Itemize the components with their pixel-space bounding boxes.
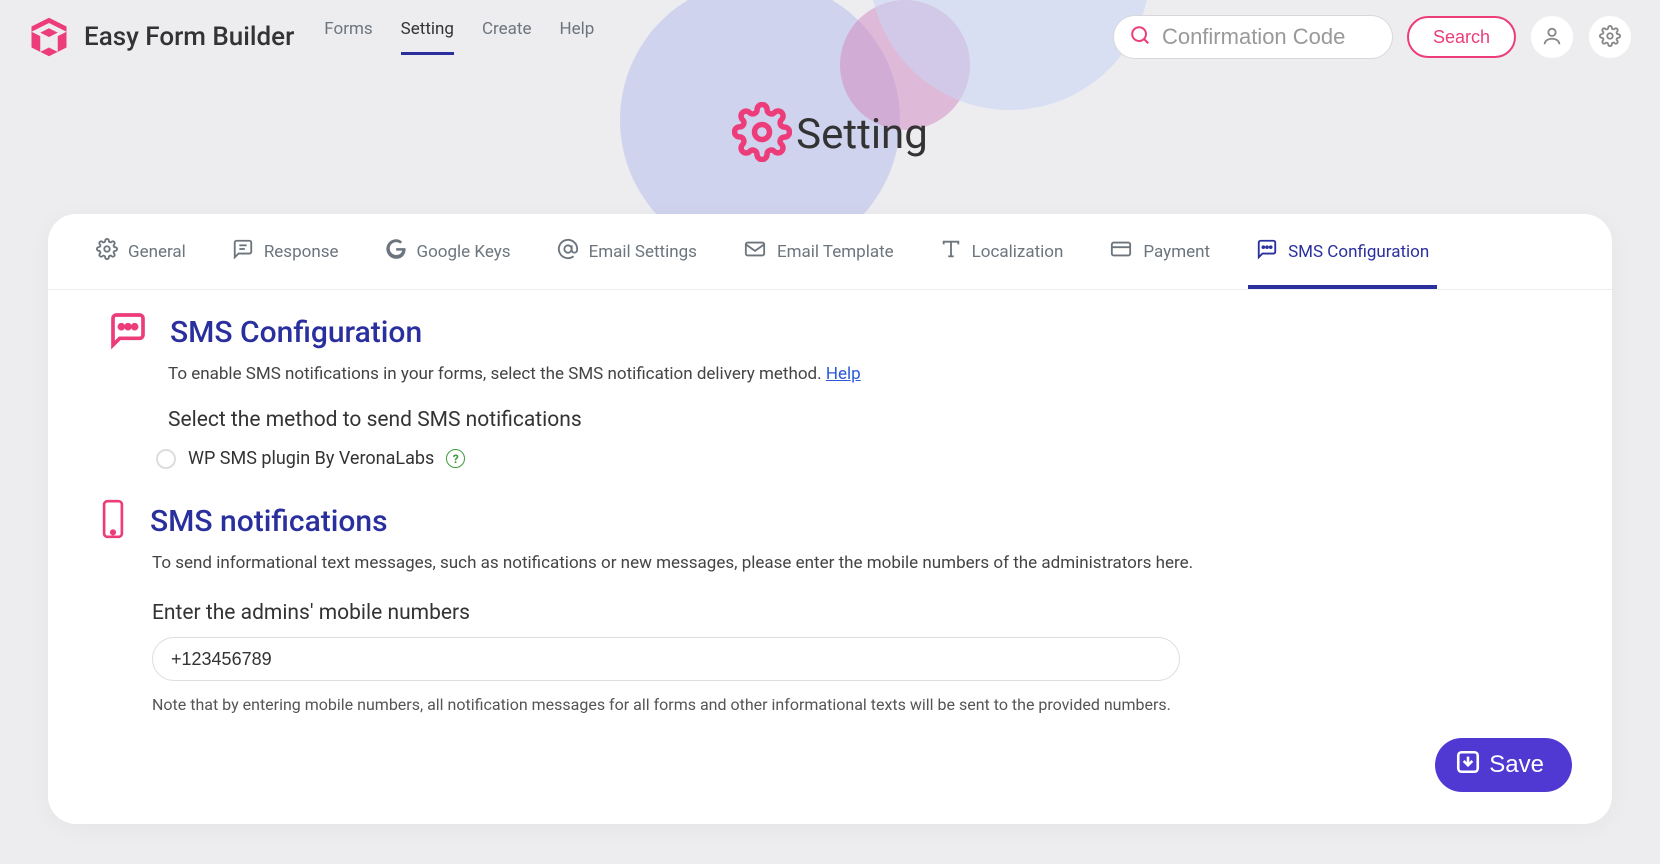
gear-icon <box>1599 25 1621 50</box>
nav-forms[interactable]: Forms <box>324 19 372 55</box>
tab-localization[interactable]: Localization <box>932 214 1072 289</box>
phone-input-label: Enter the admins' mobile numbers <box>152 601 1552 625</box>
logo-icon <box>28 16 70 58</box>
tab-email-template[interactable]: Email Template <box>735 214 902 289</box>
text-icon <box>940 238 962 265</box>
tab-label: Response <box>264 242 339 262</box>
page-title-section: Setting <box>0 102 1660 166</box>
nav-help[interactable]: Help <box>560 19 595 55</box>
save-button[interactable]: Save <box>1435 738 1572 792</box>
tab-sms-configuration[interactable]: SMS Configuration <box>1248 214 1437 289</box>
nav-setting[interactable]: Setting <box>401 19 454 55</box>
save-label: Save <box>1489 751 1544 779</box>
radio-wp-sms[interactable] <box>156 449 176 469</box>
radio-row: WP SMS plugin By VeronaLabs ? <box>156 448 1552 469</box>
phone-icon <box>98 499 128 543</box>
tab-response[interactable]: Response <box>224 214 347 289</box>
card-icon <box>1109 238 1133 265</box>
settings-button[interactable] <box>1588 15 1632 59</box>
tab-label: Payment <box>1143 242 1210 262</box>
tab-label: Google Keys <box>417 242 511 262</box>
chat-icon <box>1256 238 1278 265</box>
sms-notifications-header: SMS notifications <box>98 499 1552 543</box>
gear-icon <box>732 102 792 166</box>
tab-label: Localization <box>972 242 1064 262</box>
sms-notifications-description: To send informational text messages, suc… <box>152 553 1552 573</box>
page-title: Setting <box>796 110 928 159</box>
at-icon <box>557 238 579 265</box>
phone-input-note: Note that by entering mobile numbers, al… <box>152 695 1552 714</box>
tab-general[interactable]: General <box>88 214 194 289</box>
search-button[interactable]: Search <box>1407 16 1516 58</box>
gear-icon <box>96 238 118 265</box>
chat-icon <box>108 310 148 354</box>
main-nav: Forms Setting Create Help <box>324 19 594 55</box>
tab-content: SMS Configuration To enable SMS notifica… <box>48 290 1612 714</box>
settings-card: General Response Google Keys Email Setti… <box>48 214 1612 824</box>
google-icon <box>385 238 407 265</box>
sms-notifications-title: SMS notifications <box>150 504 388 539</box>
logo[interactable]: Easy Form Builder <box>28 16 294 58</box>
tab-google-keys[interactable]: Google Keys <box>377 214 519 289</box>
app-name: Easy Form Builder <box>84 22 294 52</box>
app-header: Easy Form Builder Forms Setting Create H… <box>0 0 1660 74</box>
sms-config-title: SMS Configuration <box>170 315 422 350</box>
search-input[interactable] <box>1113 15 1393 59</box>
search-wrap <box>1113 15 1393 59</box>
help-link[interactable]: Help <box>826 364 861 384</box>
message-icon <box>232 238 254 265</box>
sms-config-header: SMS Configuration <box>108 310 1552 354</box>
save-row: Save <box>48 714 1612 792</box>
method-label: Select the method to send SMS notificati… <box>168 408 1552 432</box>
user-button[interactable] <box>1530 15 1574 59</box>
help-badge-icon[interactable]: ? <box>446 449 465 468</box>
header-right: Search <box>1113 15 1632 59</box>
tab-label: Email Settings <box>589 242 697 262</box>
phone-input[interactable] <box>152 637 1180 681</box>
envelope-icon <box>743 238 767 265</box>
download-icon <box>1455 749 1481 782</box>
sms-config-description: To enable SMS notifications in your form… <box>168 364 1552 384</box>
tab-label: SMS Configuration <box>1288 242 1429 262</box>
tab-label: General <box>128 242 186 262</box>
user-icon <box>1541 25 1563 50</box>
sms-notifications-section: SMS notifications To send informational … <box>108 499 1552 714</box>
radio-label: WP SMS plugin By VeronaLabs <box>188 448 434 469</box>
nav-create[interactable]: Create <box>482 19 532 55</box>
tab-email-settings[interactable]: Email Settings <box>549 214 705 289</box>
tab-label: Email Template <box>777 242 894 262</box>
settings-tabs: General Response Google Keys Email Setti… <box>48 214 1612 290</box>
tab-payment[interactable]: Payment <box>1101 214 1218 289</box>
